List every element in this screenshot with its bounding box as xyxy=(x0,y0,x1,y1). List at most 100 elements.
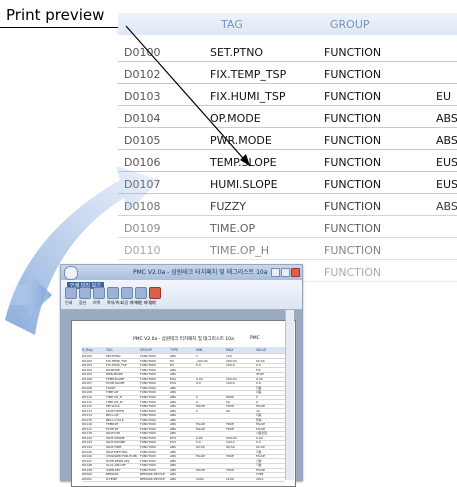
preview-header-cell: TAG xyxy=(106,348,113,352)
zoom-cell-group: FUNCTION xyxy=(324,244,382,257)
zoom-cell-id: D0102 xyxy=(124,68,161,81)
zoom-cell-extra: EUS xyxy=(436,178,457,191)
zoom-cell-extra: EU xyxy=(436,90,452,103)
page-title: PMC V2.0a - 삼원테크 터치패치 및 태그리스트 10a xyxy=(133,337,234,342)
zoom-cell-group: FUNCTION xyxy=(324,178,382,191)
zoom-cell-extra: EUS xyxy=(436,156,457,169)
zoom-row-divider xyxy=(118,149,457,150)
preview-cell: REMARK.DEVICE xyxy=(140,476,165,481)
zoom-row-divider xyxy=(118,215,457,216)
zoom-cell-group: FUNCTION xyxy=(324,222,382,235)
zoom-cell-tag: HUMI.SLOPE xyxy=(210,178,278,191)
zoom-cell-extra: ABS xyxy=(436,200,457,213)
zoom-cell-tag: FUZZY xyxy=(210,200,246,213)
zoom-cell-tag: OP.MODE xyxy=(210,112,261,125)
preview-header-cell: MAX xyxy=(226,348,234,352)
zoom-cell-group: FUNCTION xyxy=(324,68,382,81)
preview-header-cell: VALUE xyxy=(256,348,267,352)
zoom-row-divider xyxy=(118,259,457,260)
zoom-header-group: GROUP xyxy=(330,18,370,31)
zoom-cell-id: D0107 xyxy=(124,178,161,191)
preview-cell: 2000 xyxy=(196,476,204,481)
zoom-cell-id: D0104 xyxy=(124,112,161,125)
ribbon-button[interactable] xyxy=(135,287,147,299)
ribbon-button[interactable] xyxy=(65,287,77,299)
preview-table-row: D0201 R.TEMP REMARK.DEVICE ABS 2000 2100 2011 xyxy=(82,476,285,483)
zoom-cell-group: FUNCTION xyxy=(324,266,382,279)
left-arrow-icon xyxy=(0,272,52,318)
print-preview-callout-label: Print preview xyxy=(6,6,105,24)
preview-header-cell: D_Reg xyxy=(82,348,93,352)
zoom-cell-id: D0110 xyxy=(124,244,161,257)
zoom-row-divider xyxy=(118,61,457,62)
preview-cell: D0201 xyxy=(82,476,92,481)
zoom-table-row: D0107 HUMI.SLOPE FUNCTION EUS xyxy=(118,173,457,195)
zoom-row-divider xyxy=(118,237,457,238)
zoom-table-row: D0106 TEMP.SLOPE FUNCTION EUS xyxy=(118,151,457,173)
preview-cell: 2100 xyxy=(226,476,234,481)
zoom-cell-id: D0100 xyxy=(124,46,161,59)
zoom-cell-tag: TIME.OP_H xyxy=(210,244,269,257)
zoom-cell-tag: TIME.OP xyxy=(210,222,256,235)
ribbon-button[interactable] xyxy=(93,287,105,299)
zoom-cell-group: FUNCTION xyxy=(324,134,382,147)
preview-page: PMC V2.0a - 삼원테크 터치패치 및 태그리스트 10a PMC D_… xyxy=(71,320,296,487)
zoom-table-row: D0100 SET.PTNO FUNCTION xyxy=(118,41,457,63)
preview-area: PMC V2.0a - 삼원테크 터치패치 및 태그리스트 10a PMC D_… xyxy=(61,310,302,487)
preview-header-cell: MIN xyxy=(196,348,203,352)
zoom-cell-id: D0109 xyxy=(124,222,161,235)
vertical-scrollbar[interactable] xyxy=(285,310,294,480)
zoom-cell-group: FUNCTION xyxy=(324,156,382,169)
ribbon-button-label: 옵션 xyxy=(79,300,87,305)
zoom-cell-tag: PWR.MODE xyxy=(210,134,272,147)
zoom-cell-id: D0105 xyxy=(124,134,161,147)
zoom-cell-tag: TEMP.SLOPE xyxy=(210,156,277,169)
maximize-button[interactable] xyxy=(281,268,290,277)
minimize-button[interactable] xyxy=(271,268,280,277)
zoom-cell-tag: FIX.TEMP_TSP xyxy=(210,68,287,81)
ribbon-button[interactable] xyxy=(149,287,161,299)
zoom-cell-id: D0106 xyxy=(124,156,161,169)
ribbon-button-label: 닫기 xyxy=(149,300,157,305)
zoom-table-row: D0102 FIX.TEMP_TSP FUNCTION xyxy=(118,63,457,85)
zoom-row-divider xyxy=(118,171,457,172)
zoom-cell-tag: SET.PTNO xyxy=(210,46,264,59)
zoom-cell-group: FUNCTION xyxy=(324,112,382,125)
zoom-row-divider xyxy=(118,83,457,84)
preview-cell: R.TEMP xyxy=(106,476,118,481)
zoom-table-row: D0110 TIME.OP_H FUNCTION xyxy=(118,239,457,261)
app-orb-icon[interactable] xyxy=(64,266,78,280)
close-button[interactable] xyxy=(291,268,300,277)
ribbon-button-label: 여백 xyxy=(93,300,101,305)
ribbon-button[interactable] xyxy=(107,287,119,299)
ribbon-button[interactable] xyxy=(79,287,91,299)
ribbon-button-label: 인쇄 xyxy=(65,300,73,305)
zoom-cell-extra: ABS xyxy=(436,134,457,147)
zoom-cell-group: FUNCTION xyxy=(324,200,382,213)
print-preview-window: PMC V2.0a - 삼원테크 터치패치 및 태그리스트 10a 인쇄 미리 … xyxy=(60,264,303,487)
zoom-cell-extra: ABS xyxy=(436,112,457,125)
zoomed-table: TAG GROUP D0100 SET.PTNO FUNCTION D0102 FIX.… xyxy=(118,3,457,283)
zoom-cell-id: D0103 xyxy=(124,90,161,103)
preview-cell: ABS xyxy=(170,476,176,481)
zoom-header-tag: TAG xyxy=(221,18,243,31)
zoom-table-row: D0108 FUZZY FUNCTION ABS xyxy=(118,195,457,217)
preview-header-cell: TYPE xyxy=(170,348,179,352)
zoom-row-divider xyxy=(118,127,457,128)
zoom-row-divider xyxy=(118,193,457,194)
zoom-table-row: D0103 FIX.HUMI_TSP FUNCTION EU xyxy=(118,85,457,107)
zoom-cell-tag: FIX.HUMI_TSP xyxy=(210,90,286,103)
zoom-header-row: TAG GROUP xyxy=(118,13,457,35)
zoom-table-row: D0104 OP.MODE FUNCTION ABS xyxy=(118,107,457,129)
zoom-table-row: D0105 PWR.MODE FUNCTION ABS xyxy=(118,129,457,151)
zoom-cell-group: FUNCTION xyxy=(324,90,382,103)
zoom-row-divider xyxy=(118,105,457,106)
page-corner-label: PMC xyxy=(250,336,260,341)
zoom-table-row: D0109 TIME.OP FUNCTION xyxy=(118,217,457,239)
ribbon-button[interactable] xyxy=(121,287,133,299)
zoom-cell-group: FUNCTION xyxy=(324,46,382,59)
preview-header-cell: GROUP xyxy=(140,348,152,352)
zoom-cell-id: D0108 xyxy=(124,200,161,213)
window-title: PMC V2.0a - 삼원테크 터치패치 및 태그리스트 10a xyxy=(133,269,268,276)
preview-cell: 2011 xyxy=(256,476,264,481)
